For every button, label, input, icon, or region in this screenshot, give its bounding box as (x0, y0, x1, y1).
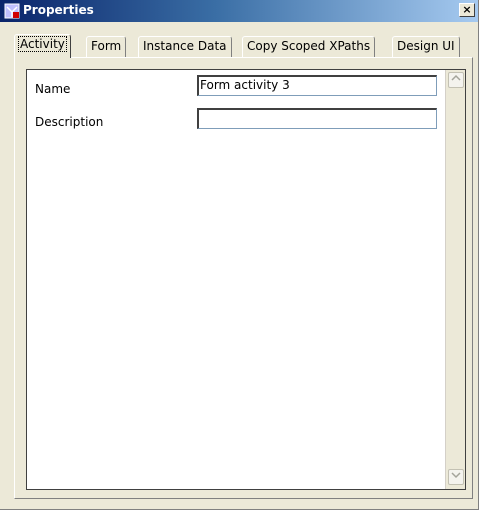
scroll-down-button[interactable] (448, 469, 464, 485)
scroll-up-button[interactable] (448, 72, 464, 88)
tab-label: Form (91, 39, 122, 53)
tab-label: Activity (18, 36, 67, 52)
tab-label: Design UI (397, 39, 455, 53)
close-button[interactable]: × (459, 3, 475, 17)
description-label: Description (35, 115, 104, 129)
name-field[interactable]: Form activity 3 (197, 75, 437, 96)
activity-properties-area: Name Form activity 3 Description (26, 69, 466, 490)
tab-activity[interactable]: Activity (14, 34, 71, 58)
close-icon: × (462, 3, 472, 16)
window-title: Properties (23, 3, 94, 17)
vertical-scrollbar[interactable] (445, 70, 465, 489)
tab-form[interactable]: Form (86, 36, 127, 57)
properties-app-icon (4, 3, 20, 19)
tab-strip: Activity Form Instance Data Copy Scoped … (14, 34, 476, 58)
tab-label: Copy Scoped XPaths (247, 39, 371, 53)
tab-copy-scoped-xpaths[interactable]: Copy Scoped XPaths (242, 36, 376, 57)
description-field[interactable] (197, 108, 437, 129)
chevron-up-icon (451, 74, 461, 85)
title-bar[interactable]: Properties × (0, 0, 478, 22)
chevron-down-icon (451, 472, 461, 482)
tab-instance-data[interactable]: Instance Data (138, 36, 232, 57)
name-label: Name (35, 82, 71, 96)
tab-design-ui[interactable]: Design UI (392, 36, 460, 57)
tab-label: Instance Data (143, 39, 227, 53)
properties-window: Properties × Activity Form Instance Data… (0, 0, 479, 510)
